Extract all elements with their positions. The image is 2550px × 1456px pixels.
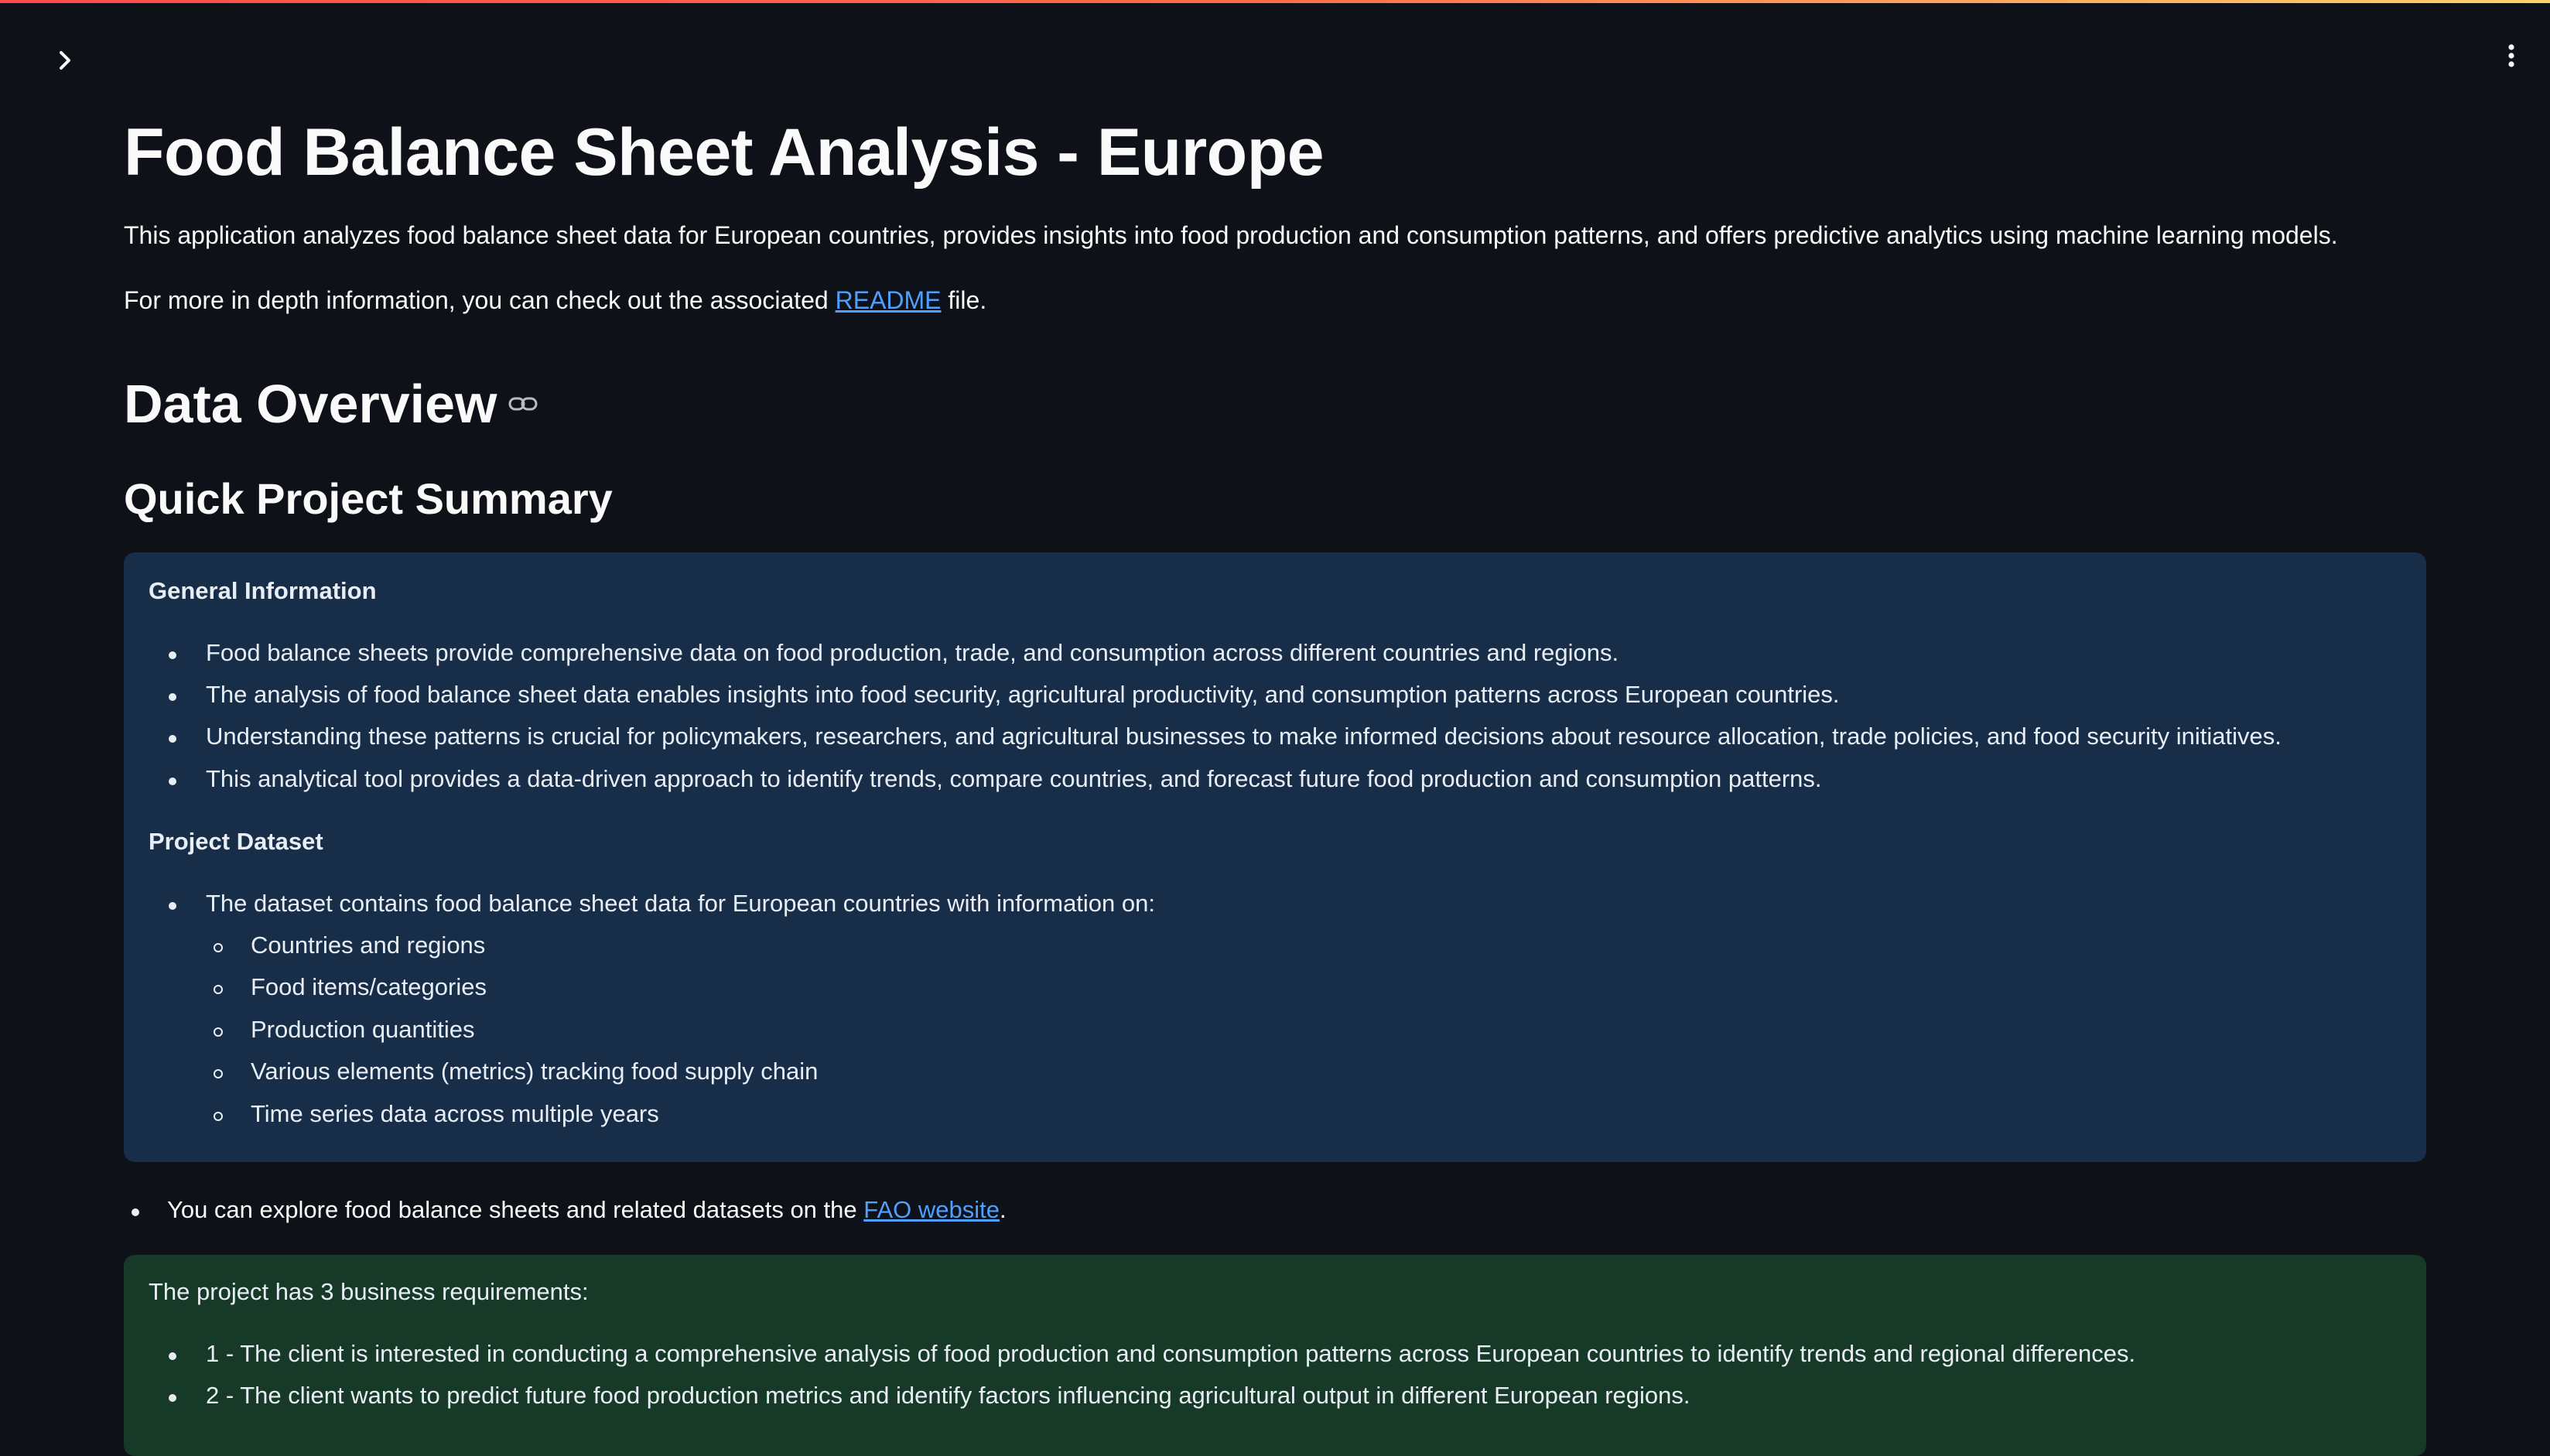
main-menu-button[interactable]	[2496, 42, 2527, 73]
bullet-icon	[169, 735, 176, 743]
info-box: General Information Food balance sheets …	[124, 552, 2426, 1162]
readme-suffix: file.	[941, 286, 987, 314]
vertical-ellipsis-icon	[2507, 43, 2516, 72]
list-item: Food balance sheets provide comprehensiv…	[169, 639, 1619, 667]
sub-list-item: Countries and regions	[214, 931, 485, 959]
bullet-icon	[169, 1394, 176, 1402]
list-item: The analysis of food balance sheet data …	[169, 681, 1840, 709]
sub-list-item: Time series data across multiple years	[214, 1100, 659, 1128]
list-item: Understanding these patterns is crucial …	[169, 723, 2282, 750]
list-item: The dataset contains food balance sheet …	[169, 890, 1155, 918]
readme-link[interactable]: README	[836, 286, 942, 314]
bullet-ring-icon	[214, 1112, 223, 1121]
bullet-ring-icon	[214, 1069, 223, 1078]
bullet-ring-icon	[214, 1027, 223, 1037]
section-heading-data-overview: Data Overview	[124, 373, 538, 435]
top-decoration-bar	[0, 0, 2550, 3]
list-item: 2 - The client wants to predict future f…	[169, 1382, 1690, 1410]
bullet-icon	[132, 1208, 139, 1216]
sub-list-item: Various elements (metrics) tracking food…	[214, 1058, 818, 1085]
list-item: This analytical tool provides a data-dri…	[169, 765, 1822, 793]
requirements-intro: The project has 3 business requirements:	[149, 1278, 589, 1305]
fao-note: You can explore food balance sheets and …	[124, 1196, 1007, 1224]
readme-paragraph: For more in depth information, you can c…	[124, 286, 986, 315]
chevron-right-icon	[56, 50, 73, 75]
section-heading-label: Data Overview	[124, 374, 497, 434]
sub-list-item: Food items/categories	[214, 973, 487, 1001]
bullet-icon	[169, 651, 176, 659]
list-item: 1 - The client is interested in conducti…	[169, 1340, 2135, 1368]
fao-note-prefix: You can explore food balance sheets and …	[167, 1196, 864, 1223]
subsection-heading: Quick Project Summary	[124, 474, 613, 523]
bullet-icon	[169, 778, 176, 785]
sidebar-toggle-button[interactable]	[50, 46, 80, 77]
fao-website-link[interactable]: FAO website	[863, 1196, 1000, 1223]
page-title: Food Balance Sheet Analysis - Europe	[124, 115, 1325, 190]
bullet-icon	[169, 693, 176, 701]
intro-text: This application analyzes food balance s…	[124, 221, 2338, 249]
bullet-ring-icon	[214, 943, 223, 952]
project-dataset-heading: Project Dataset	[149, 828, 323, 855]
bullet-icon	[169, 1352, 176, 1360]
readme-prefix: For more in depth information, you can c…	[124, 286, 836, 314]
fao-note-suffix: .	[1000, 1196, 1007, 1223]
business-requirements-box: The project has 3 business requirements:…	[124, 1255, 2426, 1456]
link-icon[interactable]	[508, 394, 538, 414]
general-information-heading: General Information	[149, 577, 377, 604]
bullet-ring-icon	[214, 985, 223, 994]
sub-list-item: Production quantities	[214, 1016, 475, 1044]
bullet-icon	[169, 902, 176, 910]
